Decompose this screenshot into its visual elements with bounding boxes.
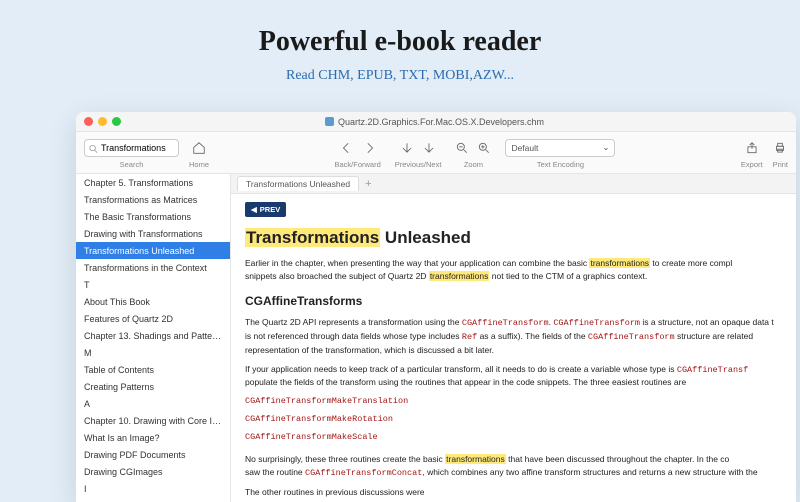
traffic-lights — [84, 117, 121, 126]
sidebar-item[interactable]: Drawing PDF Documents — [76, 446, 230, 463]
app-window: Quartz.2D.Graphics.For.Mac.OS.X.Develope… — [76, 112, 796, 502]
document-icon — [325, 117, 334, 126]
backfwd-label: Back/Forward — [334, 160, 380, 169]
titlebar: Quartz.2D.Graphics.For.Mac.OS.X.Develope… — [76, 112, 796, 132]
zoom-in-icon[interactable] — [477, 141, 491, 155]
paragraph: No surprisingly, these three routines cr… — [245, 453, 782, 480]
sidebar-item[interactable]: Table of Contents — [76, 361, 230, 378]
sidebar-item[interactable]: Chapter 5. Transformations — [76, 174, 230, 191]
forward-icon[interactable] — [362, 141, 376, 155]
sidebar-item[interactable]: Chapter 10. Drawing with Core Image — [76, 412, 230, 429]
sidebar-item[interactable]: Drawing CGImages — [76, 463, 230, 480]
tabbar: Transformations Unleashed + — [231, 174, 796, 194]
next-icon[interactable] — [422, 141, 436, 155]
code-line: CGAffineTransformMakeRotation — [245, 413, 782, 426]
chevron-left-icon: ◀ — [251, 204, 257, 215]
close-button[interactable] — [84, 117, 93, 126]
paragraph: Earlier in the chapter, when presenting … — [245, 257, 782, 283]
new-tab-button[interactable]: + — [365, 178, 371, 190]
print-icon[interactable] — [773, 141, 787, 155]
home-icon[interactable] — [192, 141, 206, 155]
code-line: CGAffineTransformMakeTranslation — [245, 395, 782, 408]
sidebar-item[interactable]: Drawing with Transformations — [76, 225, 230, 242]
window-title: Quartz.2D.Graphics.For.Mac.OS.X.Develope… — [338, 117, 544, 127]
export-label: Export — [741, 160, 763, 169]
search-icon — [88, 142, 99, 153]
sidebar-item[interactable]: A — [76, 395, 230, 412]
sidebar-item[interactable]: Chapter 13. Shadings and Patterns — [76, 327, 230, 344]
back-icon[interactable] — [340, 141, 354, 155]
zoom-out-icon[interactable] — [455, 141, 469, 155]
search-label: Search — [120, 160, 144, 169]
chevron-down-icon: ⌄ — [602, 142, 609, 153]
paragraph: The Quartz 2D API represents a transform… — [245, 316, 782, 356]
hero-title: Powerful e-book reader — [0, 26, 800, 58]
sidebar-item[interactable]: What Is an Image? — [76, 429, 230, 446]
toolbar: Search Home Back/Forward Previous/Next — [76, 132, 796, 174]
sidebar-item[interactable]: Transformations as Matrices — [76, 191, 230, 208]
hero-subtitle: Read CHM, EPUB, TXT, MOBI,AZW... — [0, 68, 800, 84]
sidebar-item[interactable]: The Basic Transformations — [76, 208, 230, 225]
sidebar-item[interactable]: Creating Patterns — [76, 378, 230, 395]
prevnext-label: Previous/Next — [395, 160, 442, 169]
print-label: Print — [773, 160, 788, 169]
sidebar-item[interactable]: About This Book — [76, 293, 230, 310]
sidebar-item[interactable]: Transformations in the Context — [76, 259, 230, 276]
document-content: ◀ PREV Transformations Unleashed Earlier… — [231, 194, 796, 502]
minimize-button[interactable] — [98, 117, 107, 126]
code-line: CGAffineTransformMakeScale — [245, 431, 782, 444]
previous-icon[interactable] — [400, 141, 414, 155]
doc-heading: Transformations Unleashed — [245, 225, 782, 251]
paragraph: If your application needs to keep track … — [245, 363, 782, 390]
paragraph: The other routines in previous discussio… — [245, 486, 782, 499]
text-encoding-select[interactable]: Default ⌄ — [505, 139, 615, 157]
tab-current[interactable]: Transformations Unleashed — [237, 176, 359, 191]
sidebar-item[interactable]: T — [76, 276, 230, 293]
prev-button[interactable]: ◀ PREV — [245, 202, 286, 217]
textenc-label: Text Encoding — [537, 160, 584, 169]
sidebar: Chapter 5. TransformationsTransformation… — [76, 174, 231, 502]
doc-subheading: CGAffineTransforms — [245, 292, 782, 310]
zoom-label: Zoom — [464, 160, 483, 169]
sidebar-item[interactable]: Features of Quartz 2D — [76, 310, 230, 327]
fullscreen-button[interactable] — [112, 117, 121, 126]
home-label: Home — [189, 160, 209, 169]
export-icon[interactable] — [745, 141, 759, 155]
sidebar-item[interactable]: Transformations Unleashed — [76, 242, 230, 259]
sidebar-item[interactable]: M — [76, 344, 230, 361]
sidebar-item[interactable]: I — [76, 480, 230, 497]
